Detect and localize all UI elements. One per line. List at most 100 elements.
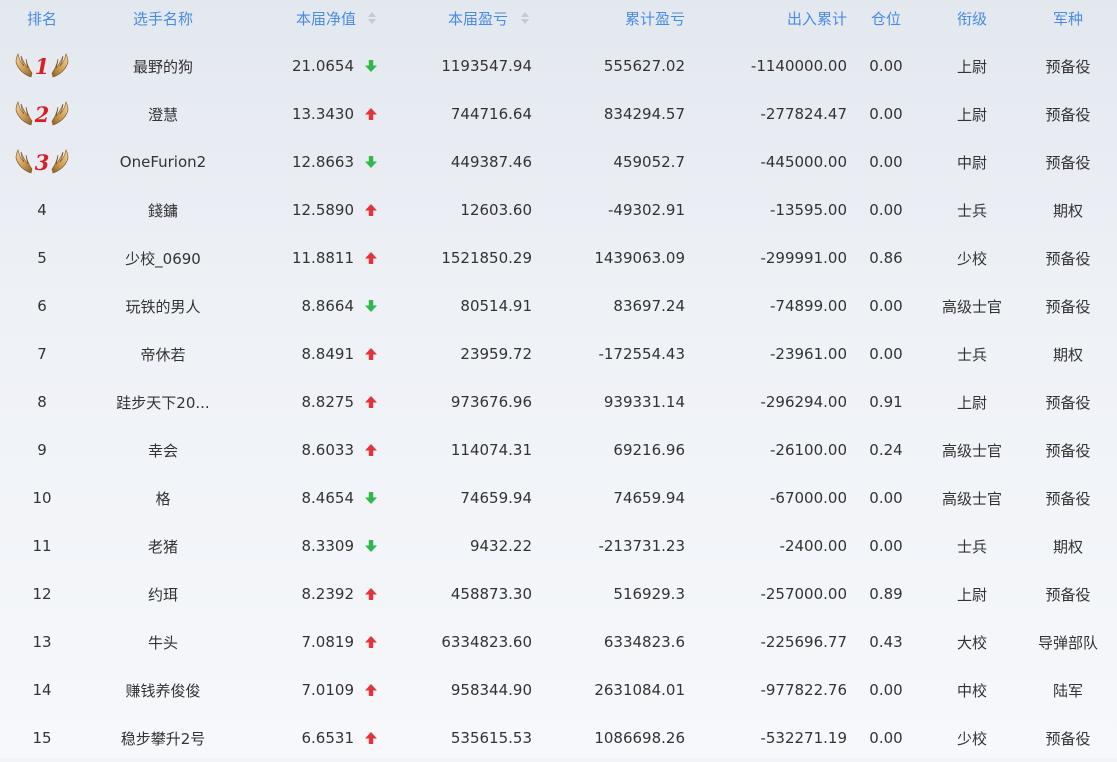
- trend-cell: [354, 42, 388, 90]
- position-value: 0.86: [869, 249, 903, 267]
- branch-value: 预备役: [1045, 297, 1091, 316]
- player-name[interactable]: 澄慧: [84, 90, 242, 138]
- arrow-up-icon: [365, 588, 377, 600]
- player-name[interactable]: 格: [84, 474, 242, 522]
- rank-title: 上尉: [956, 57, 987, 76]
- player-name[interactable]: OneFurion2: [84, 138, 242, 186]
- player-name[interactable]: 跬步天下20...: [84, 378, 242, 426]
- wing-icon: [51, 53, 69, 78]
- cumulative-value: 74659.94: [613, 489, 685, 507]
- cumulative-value: 2631084.01: [594, 681, 685, 699]
- player-name[interactable]: 少校_0690: [84, 234, 242, 282]
- trend-cell: [354, 282, 388, 330]
- table-row[interactable]: 5 少校_0690 11.8811 1521850.29 1439063.09 …: [0, 234, 1117, 282]
- header-name[interactable]: 选手名称: [84, 0, 242, 36]
- header-position[interactable]: 仓位: [847, 0, 925, 36]
- position-value: 0.89: [869, 585, 903, 603]
- table-row[interactable]: 4 錢鏞 12.5890 12603.60 -49302.91 -13595.0…: [0, 186, 1117, 234]
- cumulative-value: 555627.02: [603, 57, 685, 75]
- arrow-down-icon: [365, 492, 377, 504]
- cumulative-value: 6334823.6: [603, 633, 685, 651]
- table-row[interactable]: 3 OneFurion2 12.8663 449387.46 459052.7 …: [0, 138, 1117, 186]
- pnl-value: 458873.30: [450, 585, 532, 603]
- position-value: 0.00: [869, 489, 903, 507]
- table-row[interactable]: 14 赚钱养俊俊 7.0109 958344.90 2631084.01 -97…: [0, 666, 1117, 714]
- pnl-value: 449387.46: [450, 153, 532, 171]
- trend-cell: [354, 186, 388, 234]
- arrow-down-icon: [365, 540, 377, 552]
- rank-number: 4: [37, 201, 47, 219]
- rank-title: 少校: [956, 249, 987, 268]
- table-row[interactable]: 2 澄慧 13.3430 744716.64 834294.57 -277824…: [0, 90, 1117, 138]
- nav-value: 12.8663: [291, 153, 354, 171]
- position-value: 0.24: [869, 441, 903, 459]
- table-row[interactable]: 8 跬步天下20... 8.8275 973676.96 939331.14 -…: [0, 378, 1117, 426]
- player-name[interactable]: 最野的狗: [84, 42, 242, 90]
- trend-cell: [354, 138, 388, 186]
- rank-title: 士兵: [956, 201, 987, 220]
- pnl-value: 1193547.94: [441, 57, 532, 75]
- player-name[interactable]: 约珥: [84, 570, 242, 618]
- player-name[interactable]: 赚钱养俊俊: [84, 666, 242, 714]
- player-name[interactable]: 老猪: [84, 522, 242, 570]
- nav-value: 8.8275: [301, 393, 355, 411]
- rank-number: 7: [37, 345, 47, 363]
- arrow-up-icon: [365, 444, 377, 456]
- player-name[interactable]: 稳步攀升2号: [84, 714, 242, 762]
- header-pnl[interactable]: 本届盈亏: [388, 0, 508, 36]
- rank-number: 12: [32, 585, 52, 603]
- flow-value: -26100.00: [770, 441, 847, 459]
- player-name[interactable]: 玩铁的男人: [84, 282, 242, 330]
- header-branch[interactable]: 军种: [1019, 0, 1117, 36]
- trend-cell: [354, 330, 388, 378]
- position-value: 0.00: [869, 105, 903, 123]
- table-row[interactable]: 11 老猪 8.3309 9432.22 -213731.23 -2400.00…: [0, 522, 1117, 570]
- rank-title: 高级士官: [941, 297, 1002, 316]
- rank-cell: 14: [0, 666, 84, 714]
- rank-cell: 9: [0, 426, 84, 474]
- player-name[interactable]: 帝休若: [84, 330, 242, 378]
- rank-cell: 10: [0, 474, 84, 522]
- table-row[interactable]: 6 玩铁的男人 8.8664 80514.91 83697.24 -74899.…: [0, 282, 1117, 330]
- header-flow[interactable]: 出入累计: [685, 0, 847, 36]
- rank-cell: 4: [0, 186, 84, 234]
- player-name[interactable]: 牛头: [84, 618, 242, 666]
- pnl-value: 12603.60: [460, 201, 532, 219]
- rank-number: 8: [37, 393, 47, 411]
- sort-caret-icon[interactable]: [519, 0, 531, 36]
- winged-medal-icon: 3: [15, 147, 69, 177]
- flow-value: -299991.00: [760, 249, 847, 267]
- cumulative-value: 459052.7: [613, 153, 685, 171]
- cumulative-value: -172554.43: [598, 345, 685, 363]
- header-title[interactable]: 衔级: [925, 0, 1019, 36]
- rank-cell: 1: [0, 42, 84, 90]
- nav-value: 8.3309: [301, 537, 355, 555]
- table-row[interactable]: 15 稳步攀升2号 6.6531 535615.53 1086698.26 -5…: [0, 714, 1117, 762]
- table-row[interactable]: 12 约珥 8.2392 458873.30 516929.3 -257000.…: [0, 570, 1117, 618]
- pnl-value: 114074.31: [450, 441, 532, 459]
- nav-value: 8.2392: [301, 585, 355, 603]
- nav-value: 21.0654: [291, 57, 354, 75]
- pnl-value: 6334823.60: [441, 633, 532, 651]
- cumulative-value: -49302.91: [608, 201, 685, 219]
- cumulative-value: 834294.57: [603, 105, 685, 123]
- trend-cell: [354, 714, 388, 762]
- sort-caret-icon[interactable]: [366, 0, 378, 36]
- table-row[interactable]: 10 格 8.4654 74659.94 74659.94 -67000.00 …: [0, 474, 1117, 522]
- flow-value: -23961.00: [770, 345, 847, 363]
- rank-cell: 5: [0, 234, 84, 282]
- table-row[interactable]: 9 幸会 8.6033 114074.31 69216.96 -26100.00…: [0, 426, 1117, 474]
- header-nav[interactable]: 本届净值: [242, 0, 356, 36]
- position-value: 0.00: [869, 537, 903, 555]
- cumulative-value: 69216.96: [613, 441, 685, 459]
- table-row[interactable]: 7 帝休若 8.8491 23959.72 -172554.43 -23961.…: [0, 330, 1117, 378]
- arrow-up-icon: [365, 252, 377, 264]
- arrow-up-icon: [365, 348, 377, 360]
- header-rank[interactable]: 排名: [0, 0, 84, 36]
- player-name[interactable]: 幸会: [84, 426, 242, 474]
- table-row[interactable]: 1 最野的狗 21.0654 1193547.94 555627.02 -114…: [0, 42, 1117, 90]
- table-row[interactable]: 13 牛头 7.0819 6334823.60 6334823.6 -22569…: [0, 618, 1117, 666]
- rank-number: 13: [32, 633, 52, 651]
- header-cumulative[interactable]: 累计盈亏: [532, 0, 685, 36]
- player-name[interactable]: 錢鏞: [84, 186, 242, 234]
